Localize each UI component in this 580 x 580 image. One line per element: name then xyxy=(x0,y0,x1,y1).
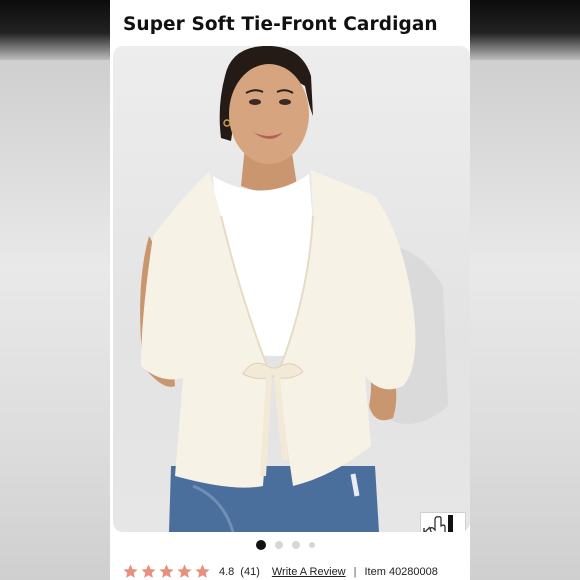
backdrop-right xyxy=(470,60,580,580)
star-icon xyxy=(195,564,210,578)
rating-row: 4.8 (41) Write A Review | Item 40280008 xyxy=(122,563,438,580)
carousel-dot[interactable] xyxy=(309,542,315,548)
backdrop-left xyxy=(0,60,110,580)
product-image[interactable] xyxy=(113,46,470,532)
write-review-link[interactable]: Write A Review xyxy=(272,566,346,578)
product-card: Super Soft Tie-Front Cardigan 4.8 (41) W… xyxy=(110,0,470,580)
divider: | xyxy=(353,565,357,578)
star-icon xyxy=(159,564,174,578)
rating-value: 4.8 xyxy=(219,565,235,578)
star-icon xyxy=(141,564,156,578)
model-photo xyxy=(140,46,448,532)
carousel-dot-active[interactable] xyxy=(256,540,266,550)
review-count[interactable]: (41) xyxy=(240,566,260,578)
star-icon xyxy=(123,564,138,578)
carousel-indicators xyxy=(256,540,315,550)
star-rating[interactable] xyxy=(122,563,211,580)
star-icon xyxy=(177,564,192,578)
item-number: Item 40280008 xyxy=(364,565,438,578)
carousel-dot[interactable] xyxy=(292,541,300,549)
zoom-button[interactable] xyxy=(420,512,466,532)
carousel-dot[interactable] xyxy=(275,541,283,549)
product-title: Super Soft Tie-Front Cardigan xyxy=(123,14,438,35)
expand-hand-icon xyxy=(423,515,453,532)
